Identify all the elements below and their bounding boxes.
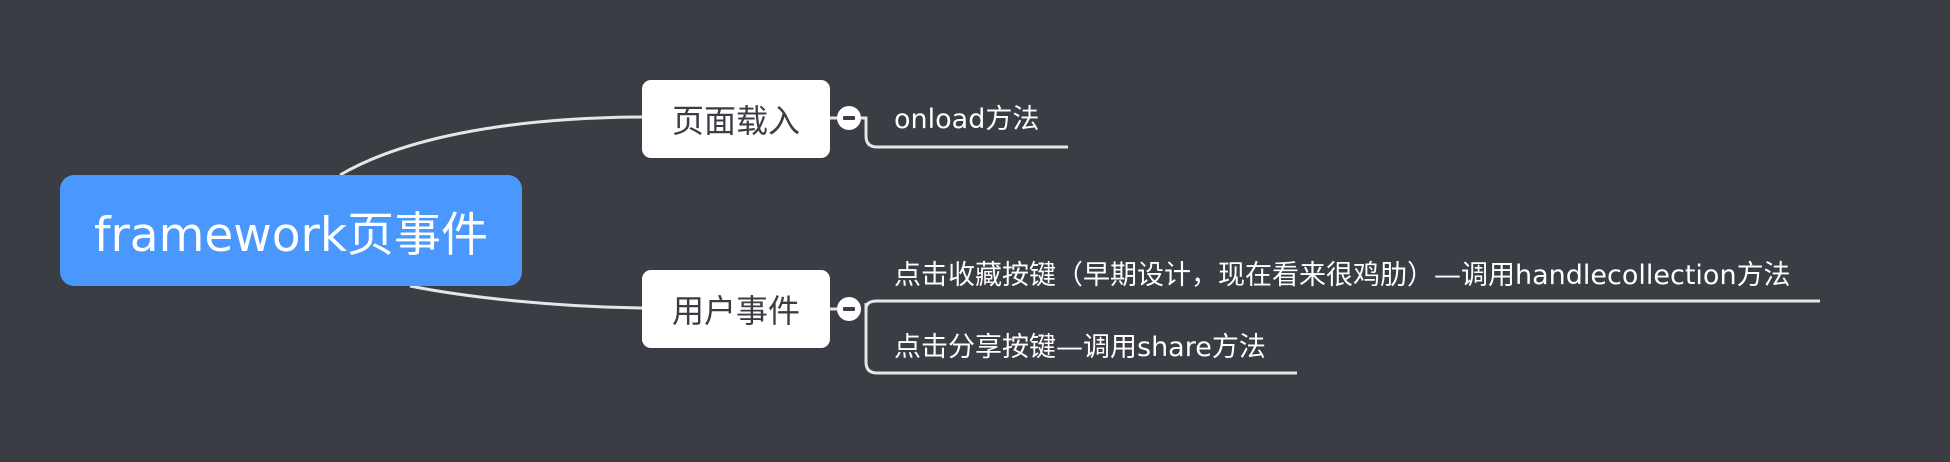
connector-user-events-to-collection bbox=[864, 299, 1820, 312]
mindmap-canvas: framework页事件 页面载入 用户事件 onload方法 点击收藏按键（早… bbox=[0, 0, 1950, 462]
branch-topic-label: 用户事件 bbox=[671, 292, 800, 330]
leaf-topic-label: 点击分享按键—调用share方法 bbox=[894, 332, 1266, 363]
leaf-topic-onload[interactable]: onload方法 bbox=[894, 97, 1039, 136]
branch-topic-user-events[interactable]: 用户事件 bbox=[642, 270, 830, 348]
leaf-topic-label: onload方法 bbox=[894, 104, 1040, 135]
branch-topic-page-load[interactable]: 页面载入 bbox=[642, 80, 830, 158]
connector-root-to-user-events bbox=[409, 284, 643, 310]
leaf-topic-label: 点击收藏按键（早期设计，现在看来很鸡肋）—调用handlecollection方… bbox=[894, 260, 1791, 291]
root-topic[interactable]: framework页事件 bbox=[60, 175, 522, 286]
root-topic-label: framework页事件 bbox=[93, 208, 489, 263]
branch-topic-label: 页面载入 bbox=[671, 102, 800, 140]
collapse-toggle-page-load[interactable] bbox=[837, 106, 861, 130]
connector-root-to-page-load bbox=[339, 115, 643, 177]
leaf-topic-collection[interactable]: 点击收藏按键（早期设计，现在看来很鸡肋）—调用handlecollection方… bbox=[894, 253, 1791, 292]
collapse-toggle-user-events[interactable] bbox=[837, 297, 861, 321]
leaf-topic-share[interactable]: 点击分享按键—调用share方法 bbox=[894, 325, 1266, 364]
